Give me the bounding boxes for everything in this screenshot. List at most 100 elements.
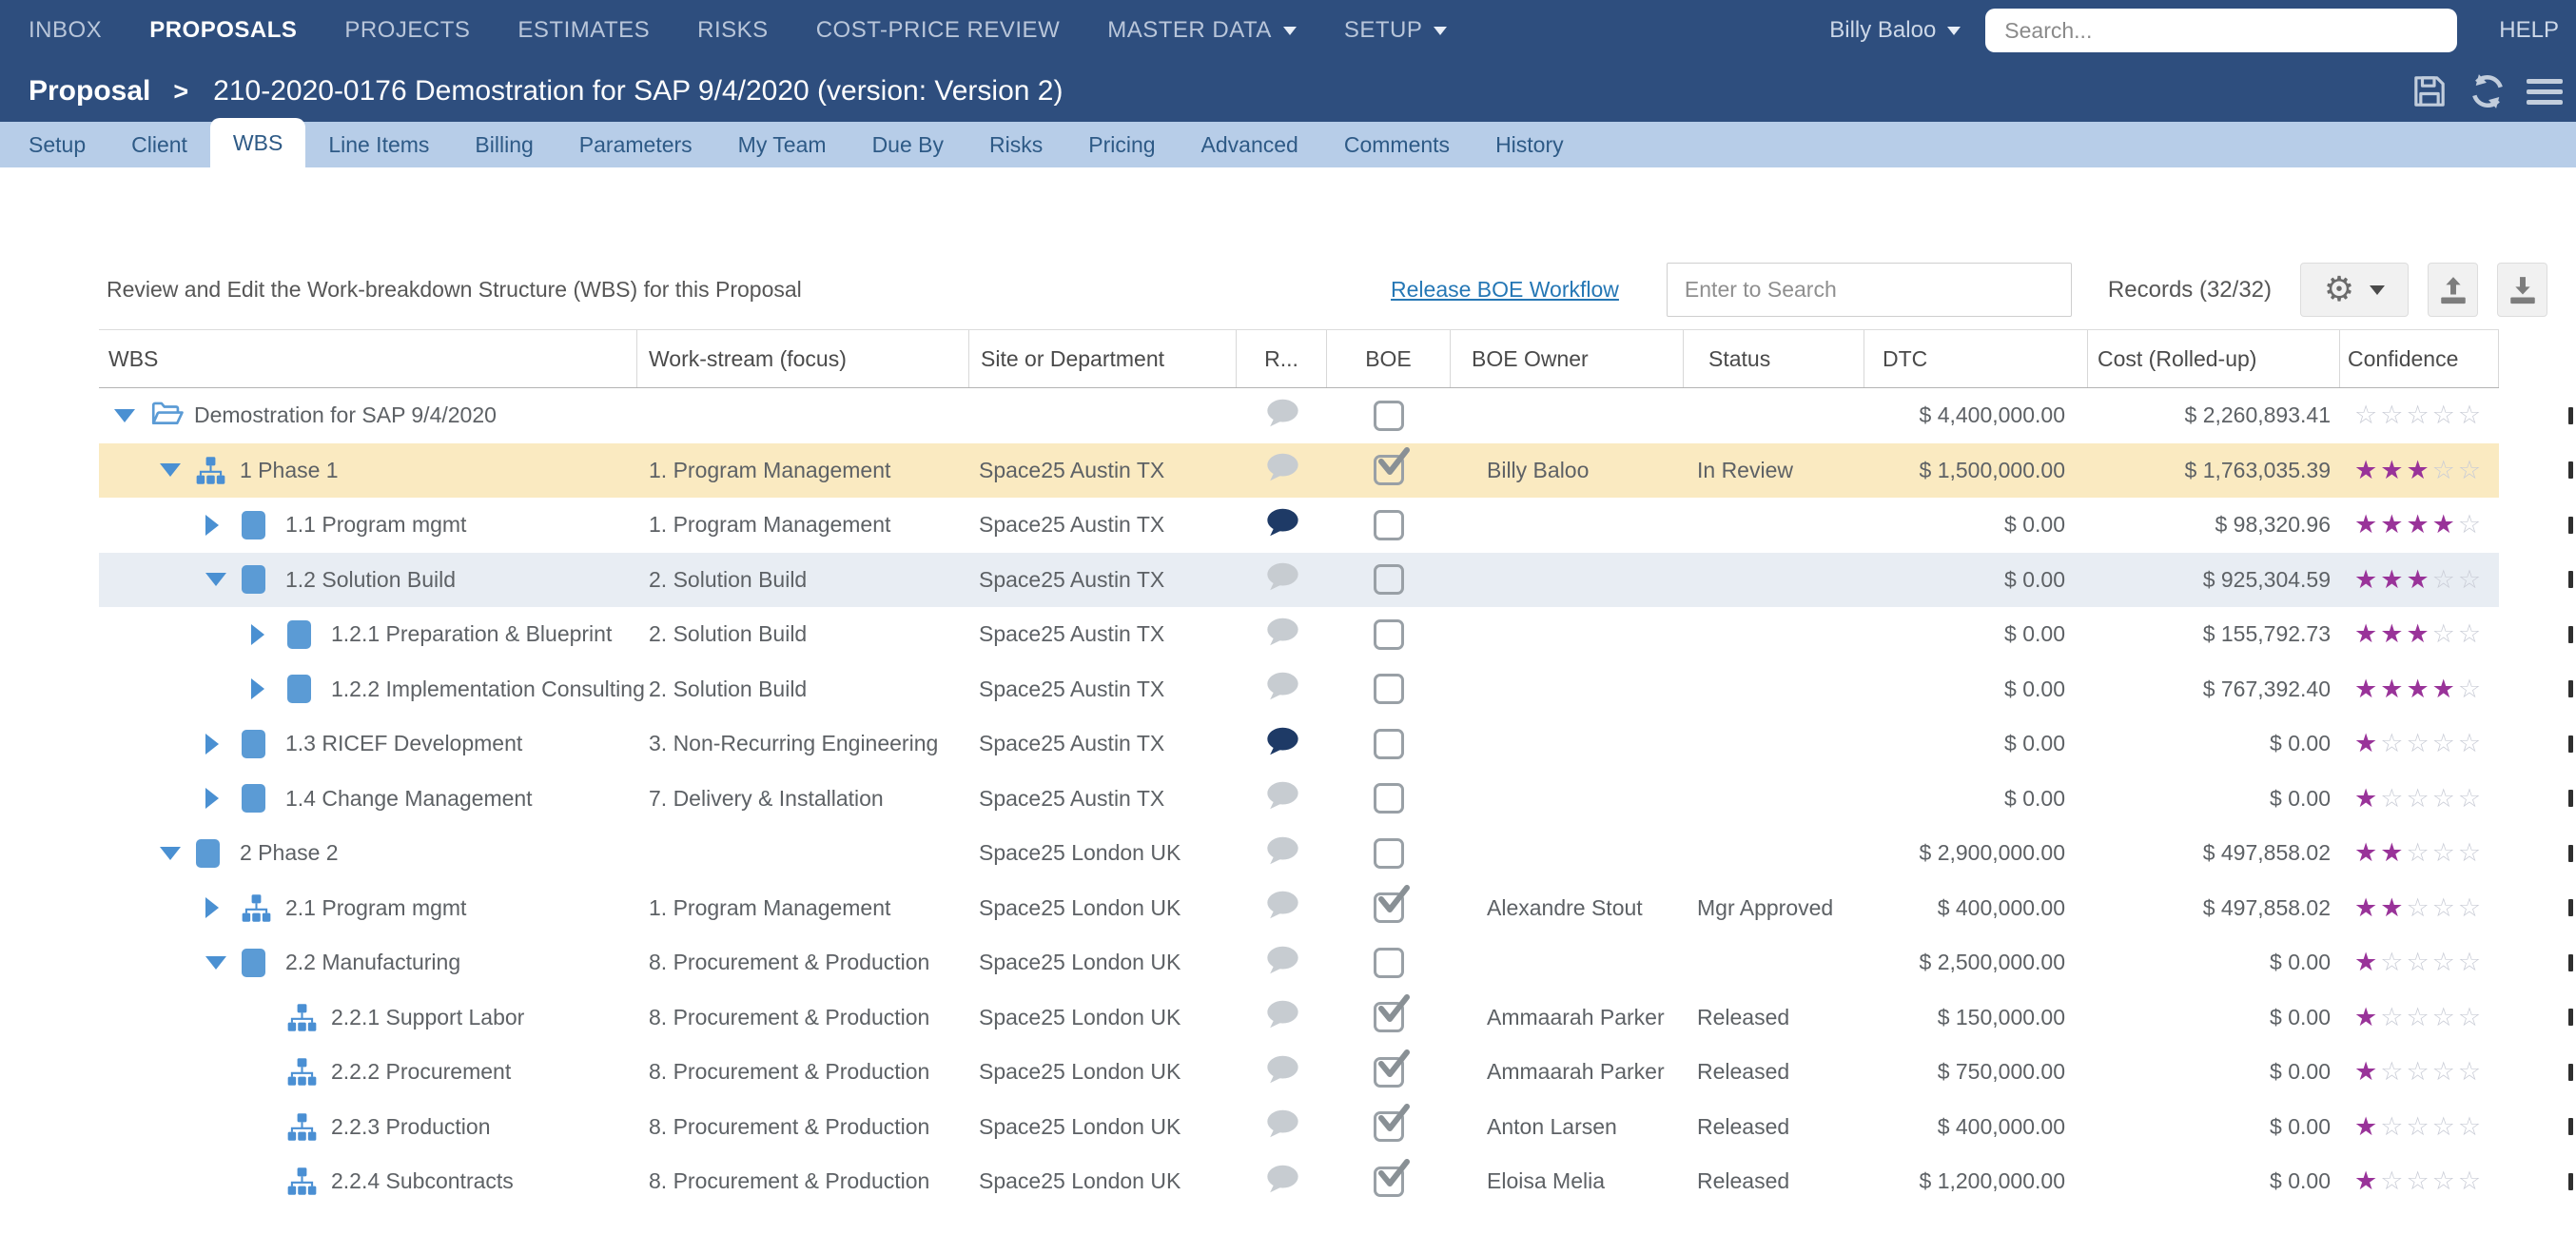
boe-checkbox[interactable] — [1374, 783, 1404, 814]
expand-toggle[interactable] — [205, 733, 242, 755]
tab-my-team[interactable]: My Team — [715, 122, 849, 167]
boe-checkbox[interactable] — [1374, 564, 1404, 596]
tab-client[interactable]: Client — [108, 122, 210, 167]
confidence-rating[interactable]: ★★☆☆☆ — [2354, 840, 2484, 866]
comment-icon[interactable] — [1264, 617, 1300, 653]
table-row[interactable]: 1.4 Change Management 7. Delivery & Insta… — [99, 772, 2573, 827]
table-row[interactable]: 2.1 Program mgmt 1. Program Management Spa… — [99, 881, 2573, 936]
expand-toggle[interactable] — [160, 846, 196, 860]
table-row[interactable]: 2.2.1 Support Labor 8. Procurement & Prod… — [99, 990, 2573, 1046]
nav-projects[interactable]: PROJECTS — [344, 17, 470, 44]
comment-icon[interactable] — [1264, 890, 1300, 926]
table-row[interactable]: 2.2 Manufacturing 8. Procurement & Produc… — [99, 935, 2573, 990]
table-row[interactable]: 1.2.1 Preparation & Blueprint 2. Solution… — [99, 607, 2573, 662]
boe-checkbox[interactable] — [1374, 618, 1404, 650]
expand-toggle[interactable] — [160, 463, 196, 478]
boe-checkbox[interactable] — [1374, 837, 1404, 869]
comment-icon[interactable] — [1264, 452, 1300, 488]
confidence-rating[interactable]: ★☆☆☆☆ — [2354, 1168, 2484, 1194]
global-search-input[interactable] — [1985, 9, 2458, 52]
confidence-rating[interactable]: ★★☆☆☆ — [2354, 895, 2484, 921]
upload-button[interactable] — [2428, 263, 2478, 317]
table-row[interactable]: 1 Phase 1 1. Program Management Space25 Au… — [99, 442, 2573, 498]
column-header-workstream[interactable]: Work-stream (focus) — [637, 330, 969, 387]
column-header-r[interactable]: R... — [1237, 330, 1327, 387]
column-header-confidence[interactable]: Confidence — [2340, 330, 2499, 387]
refresh-button[interactable] — [2468, 71, 2508, 111]
comment-icon[interactable] — [1264, 398, 1300, 434]
nav-risks[interactable]: RISKS — [697, 17, 769, 44]
comment-icon[interactable] — [1264, 999, 1300, 1035]
save-button[interactable] — [2410, 72, 2449, 110]
tab-wbs[interactable]: WBS — [209, 118, 306, 167]
boe-checkbox[interactable] — [1374, 947, 1404, 978]
table-row[interactable]: 1.3 RICEF Development 3. Non-Recurring En… — [99, 716, 2573, 772]
grid-settings-button[interactable]: ⚙ — [2300, 263, 2409, 317]
boe-checkbox[interactable] — [1374, 1158, 1410, 1197]
comment-icon[interactable] — [1264, 561, 1300, 598]
column-header-boe[interactable]: BOE — [1327, 330, 1451, 387]
boe-checkbox[interactable] — [1374, 509, 1404, 540]
expand-toggle[interactable] — [251, 678, 287, 700]
expand-toggle[interactable] — [205, 897, 242, 919]
confidence-rating[interactable]: ★☆☆☆☆ — [2354, 1059, 2484, 1085]
tab-advanced[interactable]: Advanced — [1179, 122, 1321, 167]
help-link[interactable]: HELP — [2499, 17, 2559, 44]
tab-line-items[interactable]: Line Items — [305, 122, 452, 167]
boe-checkbox[interactable] — [1374, 1049, 1410, 1088]
confidence-rating[interactable]: ★☆☆☆☆ — [2354, 786, 2484, 812]
confidence-rating[interactable]: ★★★★☆ — [2354, 512, 2484, 538]
table-row[interactable]: 1.2 Solution Build 2. Solution Build Space… — [99, 552, 2573, 607]
table-row[interactable]: 2.2.2 Procurement 8. Procurement & Produc… — [99, 1045, 2573, 1100]
column-header-status[interactable]: Status — [1684, 330, 1864, 387]
column-header-site[interactable]: Site or Department — [969, 330, 1237, 387]
expand-toggle[interactable] — [205, 788, 242, 810]
confidence-rating[interactable]: ★☆☆☆☆ — [2354, 1114, 2484, 1140]
boe-checkbox[interactable] — [1374, 447, 1410, 486]
boe-checkbox[interactable] — [1374, 674, 1404, 705]
boe-checkbox[interactable] — [1374, 1104, 1410, 1143]
column-header-wbs[interactable]: WBS — [99, 330, 637, 387]
tab-comments[interactable]: Comments — [1321, 122, 1473, 167]
menu-button[interactable] — [2527, 78, 2563, 105]
column-header-cost[interactable]: Cost (Rolled-up) — [2088, 330, 2340, 387]
release-boe-workflow-link[interactable]: Release BOE Workflow — [1391, 277, 1619, 303]
tab-risks[interactable]: Risks — [966, 122, 1065, 167]
comment-icon[interactable] — [1264, 1054, 1300, 1090]
tab-parameters[interactable]: Parameters — [556, 122, 715, 167]
user-menu[interactable]: Billy Baloo — [1829, 17, 1961, 44]
confidence-rating[interactable]: ★★★☆☆ — [2354, 458, 2484, 483]
nav-estimates[interactable]: ESTIMATES — [517, 17, 650, 44]
table-row[interactable]: Demostration for SAP 9/4/2020 $ 4,400,000… — [99, 388, 2573, 443]
boe-checkbox[interactable] — [1374, 885, 1410, 924]
expand-toggle[interactable] — [205, 573, 242, 587]
table-row[interactable]: 1.1 Program mgmt 1. Program Management Spa… — [99, 498, 2573, 553]
confidence-rating[interactable]: ★☆☆☆☆ — [2354, 1005, 2484, 1030]
grid-search-input[interactable] — [1666, 263, 2072, 317]
comment-icon[interactable] — [1264, 671, 1300, 707]
boe-checkbox[interactable] — [1374, 994, 1410, 1033]
confidence-rating[interactable]: ★☆☆☆☆ — [2354, 731, 2484, 756]
comment-icon[interactable] — [1264, 1164, 1300, 1200]
comment-icon[interactable] — [1264, 1108, 1300, 1145]
table-row[interactable]: 2.2.4 Subcontracts 8. Procurement & Produ… — [99, 1154, 2573, 1209]
nav-setup[interactable]: SETUP — [1344, 17, 1448, 44]
confidence-rating[interactable]: ★★★★☆ — [2354, 677, 2484, 702]
expand-toggle[interactable] — [251, 623, 287, 645]
comment-icon[interactable] — [1264, 835, 1300, 872]
tab-due-by[interactable]: Due By — [849, 122, 966, 167]
comment-icon[interactable] — [1264, 780, 1300, 816]
nav-cost-price-review[interactable]: COST-PRICE REVIEW — [816, 17, 1061, 44]
column-header-dtc[interactable]: DTC — [1864, 330, 2088, 387]
tab-history[interactable]: History — [1473, 122, 1587, 167]
comment-icon[interactable] — [1264, 945, 1300, 981]
expand-toggle[interactable] — [114, 408, 150, 422]
comment-icon[interactable] — [1264, 726, 1300, 762]
confidence-rating[interactable]: ★★★☆☆ — [2354, 621, 2484, 647]
nav-proposals[interactable]: PROPOSALS — [149, 17, 297, 44]
tab-pricing[interactable]: Pricing — [1065, 122, 1178, 167]
expand-toggle[interactable] — [205, 514, 242, 536]
confidence-rating[interactable]: ☆☆☆☆☆ — [2354, 402, 2484, 428]
confidence-rating[interactable]: ★☆☆☆☆ — [2354, 950, 2484, 975]
table-row[interactable]: 2.2.3 Production 8. Procurement & Product… — [99, 1100, 2573, 1155]
